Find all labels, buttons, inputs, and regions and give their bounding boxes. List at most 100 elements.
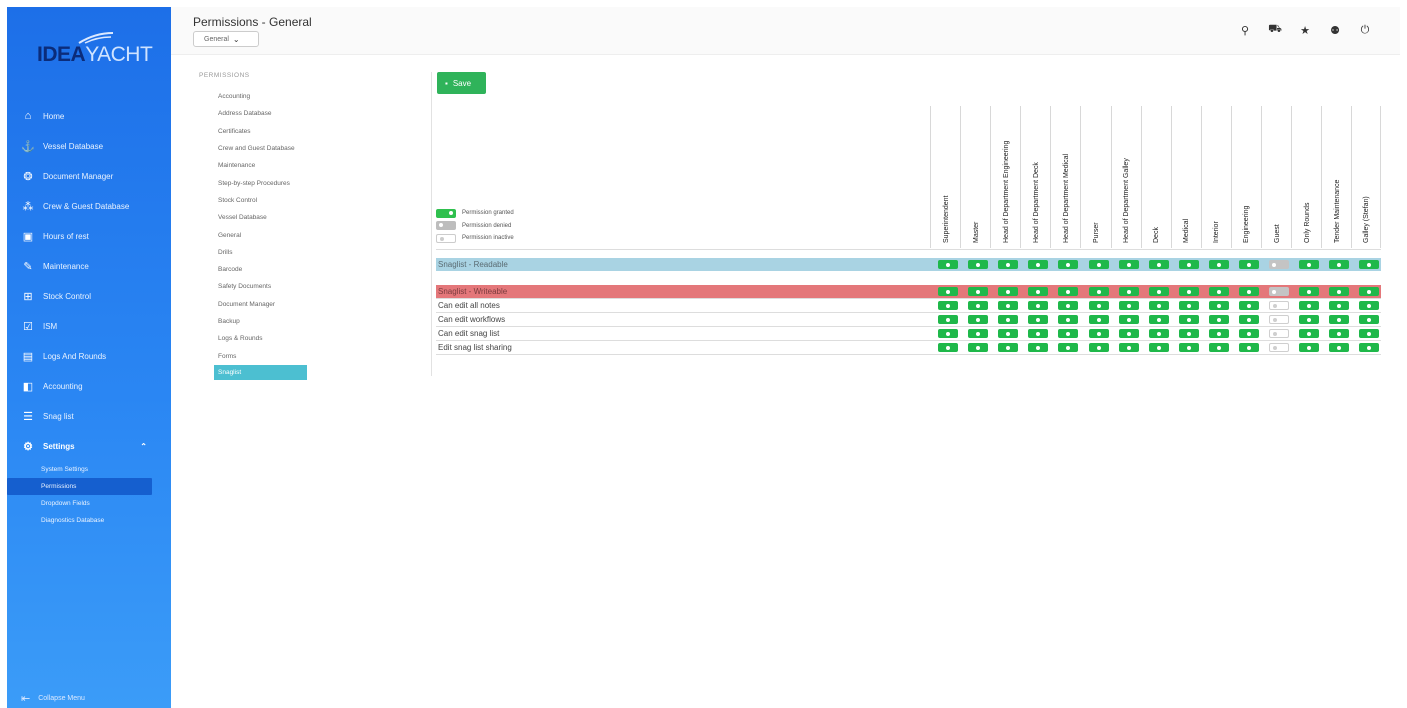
permissions-menu-item[interactable]: Forms (199, 347, 309, 364)
sidebar-item-hours-of-rest[interactable]: ▣ Hours of rest (7, 221, 171, 251)
permission-toggle[interactable] (1359, 260, 1380, 269)
permissions-menu-item[interactable]: Address Database (199, 105, 309, 122)
permission-toggle[interactable] (1269, 260, 1290, 269)
permission-toggle[interactable] (998, 287, 1019, 296)
permission-toggle[interactable] (1329, 260, 1350, 269)
permissions-menu-item[interactable]: Logs & Rounds (199, 330, 309, 347)
power-icon[interactable]: ⏻ (1355, 22, 1375, 38)
permission-toggle[interactable] (1269, 301, 1290, 310)
permission-toggle[interactable] (938, 343, 959, 352)
permission-toggle[interactable] (1028, 343, 1049, 352)
cart-icon[interactable]: ⛟ (1265, 22, 1285, 38)
permission-toggle[interactable] (1178, 315, 1199, 324)
permission-toggle[interactable] (1028, 315, 1049, 324)
permission-toggle[interactable] (1178, 329, 1199, 338)
permissions-menu-item[interactable]: Safety Documents (199, 278, 309, 295)
permission-toggle[interactable] (1088, 329, 1109, 338)
permissions-menu-item[interactable]: Stock Control (199, 192, 309, 209)
permission-toggle[interactable] (1359, 301, 1380, 310)
permission-toggle[interactable] (1148, 343, 1169, 352)
permission-toggle[interactable] (1178, 301, 1199, 310)
permission-toggle[interactable] (1088, 260, 1109, 269)
permission-toggle[interactable] (968, 301, 989, 310)
permission-toggle[interactable] (1028, 329, 1049, 338)
permission-toggle[interactable] (1178, 260, 1199, 269)
category-dropdown[interactable]: General ⌄ (193, 31, 259, 47)
permission-toggle[interactable] (1148, 329, 1169, 338)
permission-toggle[interactable] (1028, 260, 1049, 269)
permission-toggle[interactable] (1088, 301, 1109, 310)
permissions-menu-item[interactable]: Vessel Database (199, 209, 309, 226)
permissions-menu-item[interactable]: Maintenance (199, 157, 309, 174)
permission-toggle[interactable] (938, 315, 959, 324)
permission-toggle[interactable] (1359, 343, 1380, 352)
permission-toggle[interactable] (1208, 315, 1229, 324)
permission-toggle[interactable] (1088, 343, 1109, 352)
permission-toggle[interactable] (968, 287, 989, 296)
permission-toggle[interactable] (1058, 315, 1079, 324)
permission-toggle[interactable] (1178, 287, 1199, 296)
sidebar-item-document-manager[interactable]: ❂ Document Manager (7, 161, 171, 191)
sidebar-subitem-permissions[interactable]: Permissions (7, 478, 152, 495)
permission-toggle[interactable] (998, 315, 1019, 324)
search-icon[interactable]: ⚲ (1235, 22, 1255, 38)
permission-toggle[interactable] (1118, 329, 1139, 338)
permission-toggle[interactable] (1208, 287, 1229, 296)
permission-toggle[interactable] (1359, 315, 1380, 324)
save-button[interactable]: ▪ Save (437, 72, 486, 94)
permission-toggle[interactable] (1148, 301, 1169, 310)
permission-toggle[interactable] (998, 260, 1019, 269)
permission-toggle[interactable] (1208, 343, 1229, 352)
permission-toggle[interactable] (938, 260, 959, 269)
permissions-menu-item[interactable]: Backup (199, 313, 309, 330)
permission-toggle[interactable] (1238, 315, 1259, 324)
permission-toggle[interactable] (1148, 287, 1169, 296)
permission-toggle[interactable] (968, 315, 989, 324)
sidebar-item-accounting[interactable]: ◧ Accounting (7, 371, 171, 401)
permission-toggle[interactable] (1118, 315, 1139, 324)
permission-toggle[interactable] (938, 287, 959, 296)
permission-toggle[interactable] (1208, 329, 1229, 338)
permission-toggle[interactable] (1118, 301, 1139, 310)
sidebar-item-maintenance[interactable]: ✎ Maintenance (7, 251, 171, 281)
permission-toggle[interactable] (1148, 260, 1169, 269)
collapse-menu-button[interactable]: ⇤ Collapse Menu (21, 692, 85, 705)
permission-toggle[interactable] (1238, 287, 1259, 296)
permissions-menu-item[interactable]: Snaglist (214, 364, 307, 380)
permission-toggle[interactable] (938, 329, 959, 338)
permission-toggle[interactable] (1238, 343, 1259, 352)
permission-toggle[interactable] (998, 329, 1019, 338)
sidebar-subitem-diagnostics-database[interactable]: Diagnostics Database (7, 512, 152, 529)
permission-toggle[interactable] (1299, 287, 1320, 296)
permission-toggle[interactable] (1269, 329, 1290, 338)
user-icon[interactable]: ⚉ (1325, 22, 1345, 38)
permission-toggle[interactable] (1208, 260, 1229, 269)
permissions-menu-item[interactable]: General (199, 226, 309, 243)
permission-toggle[interactable] (1208, 301, 1229, 310)
permission-toggle[interactable] (1299, 301, 1320, 310)
permission-toggle[interactable] (968, 260, 989, 269)
sidebar-item-vessel-database[interactable]: ⚓ Vessel Database (7, 131, 171, 161)
permission-toggle[interactable] (1299, 260, 1320, 269)
permission-toggle[interactable] (1238, 301, 1259, 310)
sidebar-subitem-system-settings[interactable]: System Settings (7, 461, 152, 478)
permissions-menu-item[interactable]: Drills (199, 244, 309, 261)
permission-toggle[interactable] (1269, 315, 1290, 324)
sidebar-item-home[interactable]: ⌂ Home (7, 101, 171, 131)
permission-toggle[interactable] (1058, 343, 1079, 352)
permissions-menu-item[interactable]: Document Manager (199, 296, 309, 313)
permission-toggle[interactable] (1028, 287, 1049, 296)
logo[interactable]: IDEAYACHT (37, 29, 153, 73)
sidebar-item-settings[interactable]: ⚙ Settings ⌃ (7, 431, 171, 461)
permission-toggle[interactable] (1299, 343, 1320, 352)
permission-toggle[interactable] (1359, 287, 1380, 296)
permission-toggle[interactable] (968, 343, 989, 352)
permissions-menu-item[interactable]: Crew and Guest Database (199, 140, 309, 157)
permission-toggle[interactable] (1058, 260, 1079, 269)
permission-toggle[interactable] (1088, 315, 1109, 324)
permission-toggle[interactable] (998, 301, 1019, 310)
permission-toggle[interactable] (1118, 287, 1139, 296)
permission-toggle[interactable] (1269, 287, 1290, 296)
permission-toggle[interactable] (1058, 329, 1079, 338)
sidebar-item-stock-control[interactable]: ⊞ Stock Control (7, 281, 171, 311)
